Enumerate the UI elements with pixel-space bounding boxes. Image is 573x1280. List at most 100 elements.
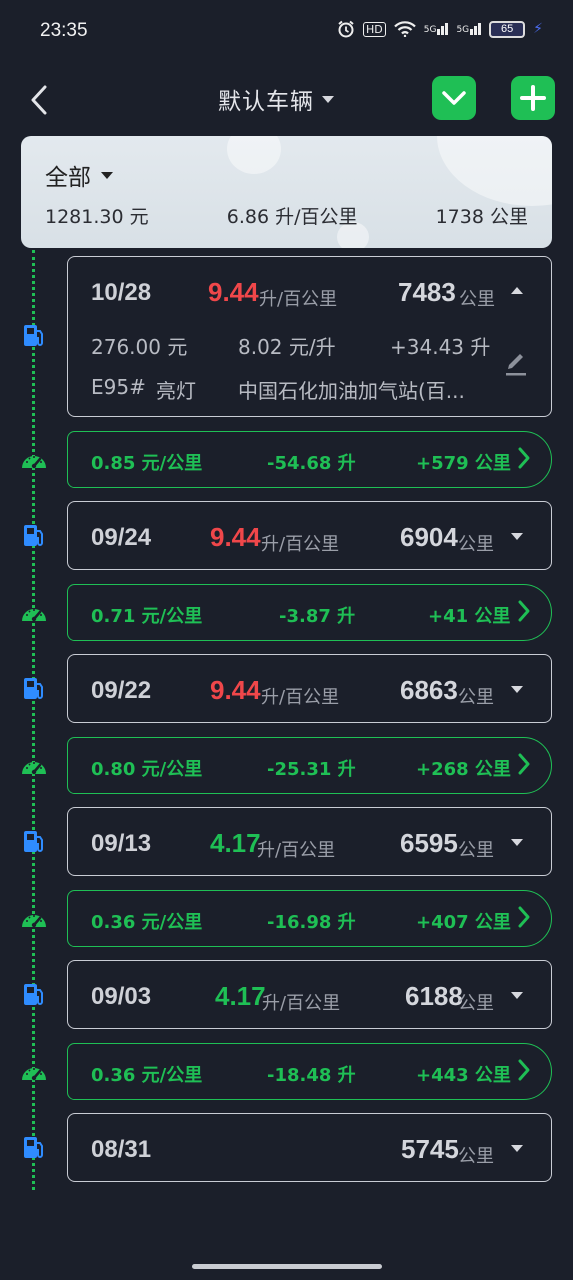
segment-cost-per-km: 0.36 元/公里: [91, 1065, 203, 1086]
record-date: 09/03: [91, 983, 152, 1010]
record-consumption-unit: 升/百公里: [262, 993, 341, 1014]
segment-summary[interactable]: 0.36 元/公里 -16.98 升 +407 公里: [67, 890, 552, 947]
status-icons: HD 5G 5G 65 ⚡: [337, 20, 543, 38]
record-consumption: 9.44: [210, 675, 261, 705]
page-title: 默认车辆: [218, 89, 314, 115]
segment-summary[interactable]: 0.36 元/公里 -18.48 升 +443 公里: [67, 1043, 552, 1100]
fuel-pump-icon: [20, 827, 48, 855]
status-time: 23:35: [40, 20, 88, 41]
record-date: 09/22: [91, 677, 152, 704]
record-light-status: 亮灯: [156, 379, 196, 403]
record-odometer-unit: 公里: [458, 1146, 494, 1167]
app-header: 默认车辆: [0, 70, 573, 130]
record-amount: 276.00 元: [91, 335, 188, 359]
fuel-record-card[interactable]: 08/31 5745 公里: [67, 1113, 552, 1182]
segment-cost-per-km: 0.80 元/公里: [91, 759, 203, 780]
chevron-down-icon: [442, 91, 466, 105]
fuel-pump-icon: [20, 1133, 48, 1161]
chevron-down-icon[interactable]: [511, 1145, 523, 1152]
segment-fuel-delta: -16.98 升: [267, 912, 356, 933]
charging-icon: ⚡: [533, 21, 543, 37]
record-volume: +34.43 升: [390, 335, 491, 359]
record-odometer: 5745: [401, 1134, 459, 1164]
summary-filter[interactable]: 全部: [45, 158, 113, 192]
record-consumption: 9.44: [208, 277, 259, 307]
chevron-up-icon[interactable]: [511, 287, 523, 294]
speedometer-icon: [20, 752, 48, 780]
hd-icon: HD: [363, 21, 386, 37]
summary-label: 全部: [45, 165, 91, 191]
chevron-down-icon: [322, 95, 334, 103]
chevron-right-icon: [518, 906, 530, 928]
record-odometer: 6904: [400, 522, 458, 552]
summary-card[interactable]: 全部 1281.30 元 6.86 升/百公里 1738 公里: [21, 136, 552, 248]
record-date: 09/24: [91, 524, 152, 551]
segment-cost-per-km: 0.85 元/公里: [91, 453, 203, 474]
record-odometer-unit: 公里: [458, 840, 494, 861]
summary-distance: 1738 公里: [435, 206, 528, 228]
signal-5g-icon: 5G: [456, 23, 482, 35]
speedometer-icon: [20, 446, 48, 474]
record-consumption-unit: 升/百公里: [259, 289, 338, 310]
plus-icon: [520, 85, 546, 111]
fuel-pump-icon: [20, 674, 48, 702]
fuel-record-card[interactable]: 09/22 9.44 升/百公里 6863 公里: [67, 654, 552, 723]
speedometer-icon: [20, 599, 48, 627]
fuel-pump-icon: [20, 521, 48, 549]
record-odometer: 6863: [400, 675, 458, 705]
segment-summary[interactable]: 0.71 元/公里 -3.87 升 +41 公里: [67, 584, 552, 641]
record-date: 08/31: [91, 1136, 152, 1163]
segment-summary[interactable]: 0.80 元/公里 -25.31 升 +268 公里: [67, 737, 552, 794]
segment-distance: +268 公里: [416, 759, 511, 780]
decorative-bubble: [227, 136, 281, 174]
segment-distance: +443 公里: [416, 1065, 511, 1086]
back-button[interactable]: [22, 80, 56, 120]
signal-5g-icon: 5G: [424, 23, 449, 35]
battery-indicator: 65: [489, 20, 526, 38]
fuel-record-card[interactable]: 09/24 9.44 升/百公里 6904 公里: [67, 501, 552, 570]
record-odometer-unit: 公里: [459, 289, 495, 310]
chevron-down-icon[interactable]: [511, 686, 523, 693]
speedometer-icon: [20, 1058, 48, 1086]
fuel-record-card[interactable]: 09/03 4.17 升/百公里 6188 公里: [67, 960, 552, 1029]
decorative-bubble: [437, 136, 552, 206]
fuel-pump-icon: [20, 980, 48, 1008]
speedometer-icon: [20, 905, 48, 933]
chevron-right-icon: [518, 1059, 530, 1081]
record-consumption-unit: 升/百公里: [257, 840, 336, 861]
summary-cost: 1281.30 元: [45, 206, 149, 228]
filter-dropdown-button[interactable]: [432, 76, 476, 120]
record-odometer: 7483: [398, 277, 456, 307]
segment-summary[interactable]: 0.85 元/公里 -54.68 升 +579 公里: [67, 431, 552, 488]
segment-distance: +407 公里: [416, 912, 511, 933]
fuel-record-card[interactable]: 09/13 4.17 升/百公里 6595 公里: [67, 807, 552, 876]
record-price: 8.02 元/升: [238, 335, 336, 359]
record-fuel-type: E95#: [91, 375, 146, 399]
segment-distance: +41 公里: [428, 606, 511, 627]
record-consumption: 9.44: [210, 522, 261, 552]
record-consumption-unit: 升/百公里: [261, 534, 340, 555]
chevron-right-icon: [518, 600, 530, 622]
segment-cost-per-km: 0.36 元/公里: [91, 912, 203, 933]
segment-distance: +579 公里: [416, 453, 511, 474]
alarm-icon: [338, 20, 354, 38]
summary-consumption: 6.86 升/百公里: [226, 206, 358, 228]
status-bar: 23:35 HD 5G 5G 65 ⚡: [0, 0, 573, 64]
record-odometer-unit: 公里: [458, 993, 494, 1014]
vehicle-selector[interactable]: 默认车辆: [218, 82, 334, 116]
fuel-record-card[interactable]: 10/28 9.44 升/百公里 7483 公里 276.00 元 8.02 元…: [67, 256, 552, 417]
chevron-down-icon[interactable]: [511, 839, 523, 846]
summary-stats: 1281.30 元 6.86 升/百公里 1738 公里: [45, 202, 528, 229]
segment-fuel-delta: -18.48 升: [267, 1065, 356, 1086]
segment-fuel-delta: -3.87 升: [279, 606, 356, 627]
chevron-down-icon[interactable]: [511, 533, 523, 540]
chevron-down-icon: [101, 171, 113, 179]
record-odometer: 6188: [405, 981, 463, 1011]
chevron-right-icon: [518, 447, 530, 469]
chevron-down-icon[interactable]: [511, 992, 523, 999]
wifi-icon: [393, 21, 416, 37]
add-record-button[interactable]: [511, 76, 555, 120]
pencil-icon[interactable]: [504, 351, 528, 381]
back-arrow-icon: [31, 85, 47, 115]
record-date: 10/28: [91, 279, 152, 306]
